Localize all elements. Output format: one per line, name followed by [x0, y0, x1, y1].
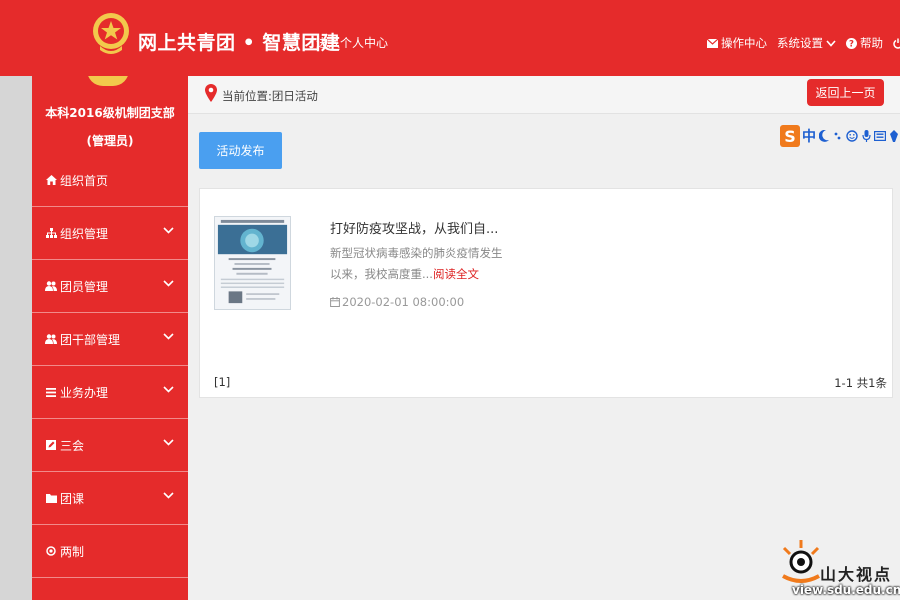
sidebar-item-label: 组织首页 — [60, 173, 109, 188]
ime-toolbar[interactable]: S 中 — [780, 124, 900, 148]
operation-center-label: 操作中心 — [721, 36, 767, 50]
chevron-down-icon — [163, 227, 174, 234]
breadcrumb: 当前位置:团日活动 — [222, 89, 318, 103]
ime-mode-toggle[interactable]: 中 — [802, 126, 816, 146]
sidebar: 本科2016级机制团支部 (管理员) 组织首页 组织管理 团员管理 团干部管理 … — [32, 76, 188, 600]
sidebar-item-label: 团课 — [60, 491, 85, 506]
folder-icon — [45, 492, 57, 504]
system-settings-label: 系统设置 — [777, 36, 823, 50]
chevron-down-icon — [826, 39, 836, 47]
sidebar-item-league-course[interactable]: 团课 — [32, 472, 188, 525]
chevron-down-icon — [163, 492, 174, 499]
org-role: (管理员) — [86, 134, 134, 148]
pagination-total: 1-1 共1条 — [834, 376, 887, 390]
article-thumbnail[interactable] — [214, 216, 291, 310]
edit-icon — [45, 439, 57, 451]
sidebar-item-org-management[interactable]: 组织管理 — [32, 207, 188, 260]
smiley-icon[interactable] — [846, 129, 858, 143]
sidebar-item-member-management[interactable]: 团员管理 — [32, 260, 188, 313]
sidebar-item-two-systems[interactable]: 两制 — [32, 525, 188, 578]
youth-league-emblem-icon[interactable] — [92, 12, 130, 56]
moon-icon[interactable] — [818, 129, 830, 143]
emblem-ribbon — [87, 76, 129, 86]
chevron-down-icon — [163, 439, 174, 446]
personal-center-link[interactable]: 进入个人中心 — [316, 34, 388, 51]
chevron-down-icon — [163, 280, 174, 287]
calendar-icon — [330, 297, 340, 307]
svg-text:?: ? — [849, 39, 854, 48]
location-pin-icon — [205, 84, 217, 102]
watermark-logo — [782, 540, 820, 583]
sogou-logo-icon[interactable]: S — [780, 125, 800, 147]
punctuation-icon[interactable] — [832, 129, 844, 143]
pagination-page-link[interactable]: [1] — [214, 375, 230, 389]
power-icon[interactable] — [893, 38, 900, 49]
publish-activity-button[interactable]: 活动发布 — [199, 132, 282, 169]
sidebar-item-org-home[interactable]: 组织首页 — [32, 154, 188, 207]
list-icon — [45, 386, 57, 398]
sitemap-icon — [45, 227, 57, 239]
article-title[interactable]: 打好防疫攻坚战，从我们自... — [330, 218, 498, 237]
left-gutter — [0, 76, 32, 600]
article-excerpt-line-2: 以来，我校高度重...阅读全文 — [330, 266, 479, 282]
sidebar-item-label: 团员管理 — [60, 279, 109, 294]
article-date-text: 2020-02-01 08:00:00 — [342, 295, 465, 309]
help-link[interactable]: ? 帮助 — [846, 35, 883, 51]
sidebar-item-label: 两制 — [60, 544, 85, 559]
watermark-brand: 山大视点 — [820, 565, 893, 584]
circle-dot-icon — [45, 545, 57, 557]
system-settings-menu[interactable]: 系统设置 — [777, 35, 836, 51]
sidebar-item-label: 团干部管理 — [60, 332, 121, 347]
top-header: 网上共青团 • 智慧团建 进入个人中心 操作中心 系统设置 ? 帮助 — [0, 0, 900, 76]
sidebar-item-label: 组织管理 — [60, 226, 109, 241]
sidebar-item-label: 业务办理 — [60, 385, 109, 400]
site-title: 网上共青团 • 智慧团建 — [138, 32, 341, 54]
read-more-link[interactable]: 阅读全文 — [433, 267, 479, 281]
question-circle-icon: ? — [846, 37, 857, 49]
help-label: 帮助 — [860, 36, 883, 50]
skin-icon[interactable] — [888, 129, 900, 143]
sidebar-item-business[interactable]: 业务办理 — [32, 366, 188, 419]
top-menu: 操作中心 系统设置 ? 帮助 — [707, 35, 900, 51]
microphone-icon[interactable] — [860, 129, 872, 143]
breadcrumb-bar: 当前位置:团日活动 返回上一页 — [188, 76, 900, 114]
back-button[interactable]: 返回上一页 — [807, 79, 884, 106]
org-name: 本科2016级机制团支部 — [45, 106, 175, 120]
users-icon — [45, 280, 57, 292]
activity-list-panel: 打好防疫攻坚战，从我们自... 新型冠状病毒感染的肺炎疫情发生 以来，我校高度重… — [199, 188, 893, 398]
envelope-icon — [707, 38, 718, 48]
article-date: 2020-02-01 08:00:00 — [330, 295, 464, 309]
operation-center-link[interactable]: 操作中心 — [707, 35, 767, 51]
home-icon — [45, 174, 57, 186]
watermark-url: view.sdu.edu.cn — [792, 583, 900, 597]
sidebar-item-label: 三会 — [60, 438, 85, 453]
article-excerpt-line-1: 新型冠状病毒感染的肺炎疫情发生 — [330, 246, 503, 260]
chevron-down-icon — [163, 386, 174, 393]
chevron-down-icon — [163, 333, 174, 340]
users-icon — [45, 333, 57, 345]
sidebar-item-three-meetings[interactable]: 三会 — [32, 419, 188, 472]
article-excerpt-text: 以来，我校高度重... — [330, 267, 433, 281]
sidebar-item-cadre-management[interactable]: 团干部管理 — [32, 313, 188, 366]
keyboard-icon[interactable] — [874, 129, 886, 143]
